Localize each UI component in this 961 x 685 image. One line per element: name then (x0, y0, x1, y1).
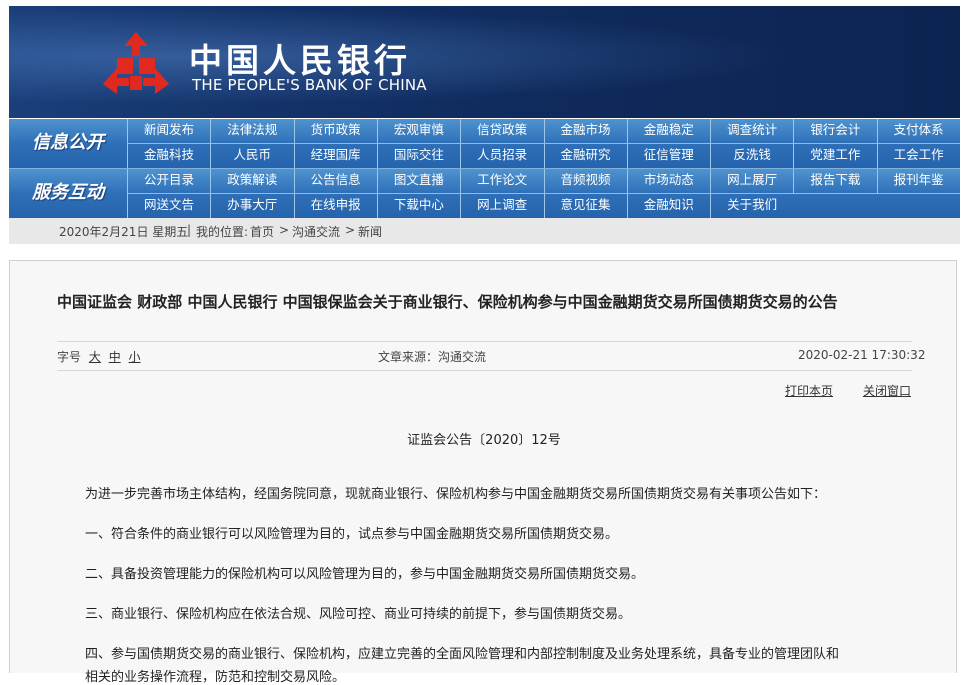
nav-item[interactable]: 新闻发布 (127, 119, 210, 143)
nav-row-service: 服务互动 公开目录 政策解读 公告信息 图文直播 工作论文 音频视频 市场动态 网上展厅 报告下… (9, 168, 960, 218)
paragraph: 四、参与国债期货交易的商业银行、保险机构，应建立完善的全面风险管理和内部控制制度… (85, 647, 840, 662)
paragraph: 三、商业银行、保险机构应在依法合规、风险可控、商业可持续的前提下，参与国债期货交… (85, 607, 632, 622)
nav-item[interactable]: 公告信息 (293, 169, 377, 193)
article-source: 文章来源：沟通交流 (378, 350, 487, 364)
nav-section-label: 信息公开 (32, 132, 104, 153)
paragraph: 为进一步完善市场主体结构，经国务院同意，现就商业银行、保险机构参与中国金融期货交… (85, 487, 827, 502)
nav-item[interactable]: 货币政策 (293, 119, 377, 143)
nav-item[interactable]: 意见征集 (543, 194, 627, 218)
font-size-controls: 字号 大 中 小 (57, 348, 141, 365)
nav-item[interactable]: 音频视频 (543, 169, 627, 193)
nav-item[interactable]: 工会工作 (876, 144, 960, 168)
divider (57, 341, 912, 342)
nav-item[interactable]: 报刊年鉴 (876, 169, 960, 193)
nav-item[interactable]: 法律法规 (210, 119, 293, 143)
nav-section-label: 服务互动 (32, 182, 104, 203)
font-size-small[interactable]: 小 (129, 350, 141, 364)
breadcrumb-communication[interactable]: 沟通交流 (292, 223, 340, 240)
nav-item[interactable]: 办事大厅 (210, 194, 293, 218)
paragraph: 相关的业务操作流程，防范和控制交易风险。 (85, 670, 346, 685)
nav-item[interactable]: 征信管理 (626, 144, 710, 168)
nav-item[interactable]: 图文直播 (376, 169, 460, 193)
nav-item[interactable]: 金融稳定 (626, 119, 710, 143)
nav-item[interactable]: 金融研究 (543, 144, 627, 168)
font-size-medium[interactable]: 中 (109, 350, 121, 364)
nav-item[interactable]: 金融知识 (626, 194, 710, 218)
nav-item[interactable]: 网送文告 (127, 194, 210, 218)
nav-item[interactable]: 下载中心 (376, 194, 460, 218)
breadcrumb: 2020年2月21日 星期五 | 我的位置: 首页 > 沟通交流 > 新闻 (9, 218, 960, 244)
nav-item[interactable]: 报告下载 (793, 169, 876, 193)
nav-item[interactable]: 市场动态 (626, 169, 710, 193)
article-title: 中国证监会 财政部 中国人民银行 中国银保监会关于商业银行、保险机构参与中国金融… (57, 293, 838, 311)
divider (57, 370, 912, 371)
nav-item[interactable]: 经理国库 (293, 144, 377, 168)
site-banner: 中国人民银行 THE PEOPLE'S BANK OF CHINA (9, 6, 960, 118)
nav-item[interactable]: 公开目录 (127, 169, 210, 193)
nav-item[interactable]: 金融科技 (127, 144, 210, 168)
nav-item[interactable]: 网上展厅 (710, 169, 793, 193)
font-size-large[interactable]: 大 (89, 350, 101, 364)
nav-item[interactable]: 人员招录 (460, 144, 543, 168)
nav-item[interactable]: 金融市场 (543, 119, 627, 143)
nav-item[interactable]: 政策解读 (210, 169, 293, 193)
breadcrumb-home[interactable]: 首页 (250, 223, 274, 240)
nav-item[interactable]: 反洗钱 (710, 144, 793, 168)
divider: | (187, 223, 192, 237)
nav-item[interactable]: 调查统计 (710, 119, 793, 143)
nav-item[interactable]: 信贷政策 (460, 119, 543, 143)
nav-item[interactable]: 支付体系 (876, 119, 960, 143)
nav-item[interactable]: 关于我们 (710, 194, 793, 218)
article-datetime: 2020-02-21 17:30:32 (798, 348, 926, 362)
bank-name-en: THE PEOPLE'S BANK OF CHINA (192, 76, 427, 94)
nav-row-info: 信息公开 新闻发布 法律法规 货币政策 宏观审慎 信贷政策 金融市场 金融稳定 调查统计 银行会… (9, 119, 960, 168)
article-panel: 中国证监会 财政部 中国人民银行 中国银保监会关于商业银行、保险机构参与中国金融… (9, 260, 957, 685)
paragraph: 二、具备投资管理能力的保险机构可以风险管理为目的，参与中国金融期货交易所国债期货… (85, 567, 645, 582)
nav-item[interactable]: 工作论文 (460, 169, 543, 193)
nav-item[interactable]: 在线申报 (293, 194, 377, 218)
location-label: 我的位置: (196, 225, 249, 239)
close-window-link[interactable]: 关闭窗口 (863, 382, 911, 399)
nav-item[interactable]: 国际交往 (376, 144, 460, 168)
nav-item[interactable]: 人民币 (210, 144, 293, 168)
breadcrumb-news[interactable]: 新闻 (358, 223, 382, 240)
nav-item[interactable]: 党建工作 (793, 144, 876, 168)
current-date: 2020年2月21日 星期五 (59, 225, 189, 239)
nav-grid: 公开目录 政策解读 公告信息 图文直播 工作论文 音频视频 市场动态 网上展厅 报告下载 报刊年鉴… (127, 169, 960, 218)
nav-item[interactable]: 网上调查 (460, 194, 543, 218)
nav-grid: 新闻发布 法律法规 货币政策 宏观审慎 信贷政策 金融市场 金融稳定 调查统计 银行会计 支付体系… (127, 119, 960, 168)
nav-item[interactable]: 宏观审慎 (376, 119, 460, 143)
paragraph: 一、符合条件的商业银行可以风险管理为目的，试点参与中国金融期货交易所国债期货交易… (85, 527, 619, 542)
bank-name-cn: 中国人民银行 (189, 41, 411, 80)
print-link[interactable]: 打印本页 (785, 382, 833, 399)
breadcrumb-sep: > (345, 223, 356, 237)
font-size-label: 字号 (57, 350, 82, 364)
nav-item[interactable]: 银行会计 (793, 119, 876, 143)
document-number: 证监会公告〔2020〕12号 (407, 433, 561, 448)
pboc-logo-icon (103, 32, 169, 94)
breadcrumb-sep: > (279, 223, 290, 237)
